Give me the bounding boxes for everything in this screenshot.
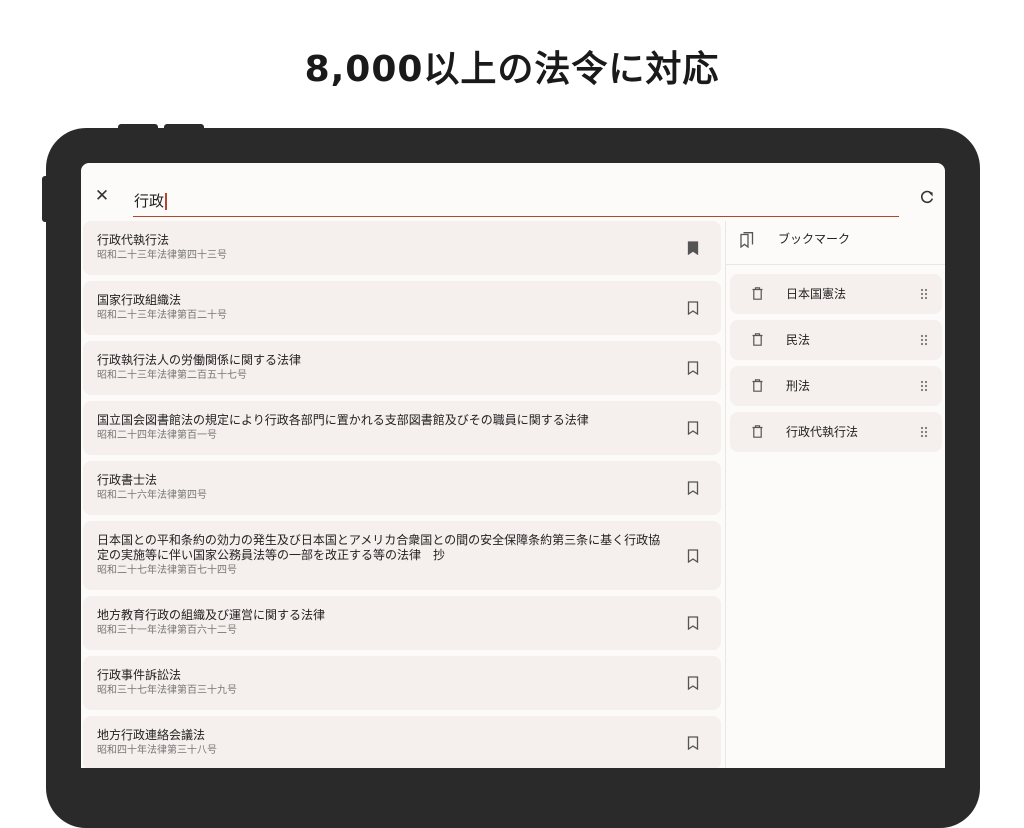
app-screen: ✕ 行政 行政代執行法 昭和二十三年法律第四十三号 国家行政組織法 昭和二十三年法律第…: [81, 163, 945, 768]
trash-icon[interactable]: [752, 333, 763, 346]
bookmark-label: 行政代執行法: [786, 425, 859, 439]
law-list-item[interactable]: 日本国との平和条約の効力の発生及び日本国とアメリカ合衆国との間の安全保障条約第三…: [83, 521, 721, 590]
bookmark-outline-icon[interactable]: [687, 676, 699, 690]
law-number: 昭和三十一年法律第百六十二号: [97, 625, 237, 636]
bookmark-list: 日本国憲法民法刑法行政代執行法: [730, 274, 942, 458]
law-title: 国立国会図書館法の規定により行政各部門に置かれる支部図書館及びその職員に関する法…: [97, 413, 589, 427]
law-list-item[interactable]: 行政執行法人の労働関係に関する法律 昭和二十三年法律第二百五十七号: [83, 341, 721, 395]
trash-icon[interactable]: [752, 425, 763, 438]
law-list-item[interactable]: 地方教育行政の組織及び運営に関する法律 昭和三十一年法律第百六十二号: [83, 596, 721, 650]
law-number: 昭和二十三年法律第四十三号: [97, 250, 227, 261]
law-list-item[interactable]: 国立国会図書館法の規定により行政各部門に置かれる支部図書館及びその職員に関する法…: [83, 401, 721, 455]
bookmark-outline-icon[interactable]: [687, 736, 699, 750]
law-number: 昭和二十四年法律第百一号: [97, 430, 217, 441]
law-list-item[interactable]: 地方行政連絡会議法 昭和四十年法律第三十八号: [83, 716, 721, 768]
search-results: 行政代執行法 昭和二十三年法律第四十三号 国家行政組織法 昭和二十三年法律第百二十号行…: [83, 221, 723, 768]
law-title: 行政代執行法: [97, 233, 170, 247]
bookmark-item[interactable]: 日本国憲法: [730, 274, 942, 314]
bookmark-item[interactable]: 刑法: [730, 366, 942, 406]
promo-headline: 8,000以上の法令に対応: [304, 49, 720, 90]
drag-handle-icon[interactable]: [920, 288, 928, 300]
text-caret: [165, 193, 167, 210]
law-number: 昭和二十七年法律第百七十四号: [97, 565, 237, 576]
law-list-item[interactable]: 行政代執行法昭和二十三年法律第四十三号: [83, 221, 721, 275]
bookmark-label: 日本国憲法: [786, 287, 847, 301]
law-list-item[interactable]: 行政書士法昭和二十六年法律第四号: [83, 461, 721, 515]
bookmark-panel-header: ブックマーク: [726, 221, 945, 265]
law-number: 昭和三十七年法律第百三十九号: [97, 685, 237, 696]
bookmark-panel-title: ブックマーク: [778, 232, 851, 246]
drag-handle-icon[interactable]: [920, 426, 928, 438]
law-title: 地方行政連絡会議法: [97, 728, 206, 742]
drag-handle-icon[interactable]: [920, 380, 928, 392]
bookmark-label: 刑法: [786, 379, 811, 393]
bookmark-filled-icon[interactable]: [687, 241, 699, 255]
refresh-icon[interactable]: [919, 189, 935, 205]
close-icon[interactable]: ✕: [93, 187, 111, 205]
bookmark-outline-icon[interactable]: [687, 548, 699, 563]
bookmarks-icon: [740, 232, 754, 248]
law-number: 昭和二十三年法律第二百五十七号: [97, 370, 247, 381]
law-title: 国家行政組織法: [97, 293, 182, 307]
trash-icon[interactable]: [752, 287, 763, 300]
bookmark-item[interactable]: 行政代執行法: [730, 412, 942, 452]
law-list-item[interactable]: 国家行政組織法昭和二十三年法律第百二十号: [83, 281, 721, 335]
bookmark-outline-icon[interactable]: [687, 361, 699, 375]
law-number: 昭和二十三年法律第百二十号: [97, 310, 227, 321]
law-title: 行政事件訴訟法: [97, 668, 182, 682]
bookmark-item[interactable]: 民法: [730, 320, 942, 360]
law-title: 日本国との平和条約の効力の発生及び日本国とアメリカ合衆国との間の安全保障条約第三…: [97, 533, 661, 562]
law-title: 行政書士法: [97, 473, 158, 487]
law-number: 昭和二十六年法律第四号: [97, 490, 207, 501]
bookmark-outline-icon[interactable]: [687, 301, 699, 315]
bookmark-outline-icon[interactable]: [687, 421, 699, 435]
search-query: 行政: [134, 192, 165, 210]
law-title: 行政執行法人の労働関係に関する法律: [97, 353, 302, 367]
search-input[interactable]: 行政: [133, 189, 899, 217]
law-title: 地方教育行政の組織及び運営に関する法律: [97, 608, 326, 622]
drag-handle-icon[interactable]: [920, 334, 928, 346]
law-number: 昭和四十年法律第三十八号: [97, 745, 217, 756]
search-bar: ✕ 行政: [81, 163, 945, 219]
law-list-item[interactable]: 行政事件訴訟法昭和三十七年法律第百三十九号: [83, 656, 721, 710]
bookmark-outline-icon[interactable]: [687, 481, 699, 495]
bookmark-outline-icon[interactable]: [687, 616, 699, 630]
bookmark-panel: ブックマーク 日本国憲法民法刑法行政代執行法: [725, 221, 945, 768]
trash-icon[interactable]: [752, 379, 763, 392]
bookmark-label: 民法: [786, 333, 811, 347]
